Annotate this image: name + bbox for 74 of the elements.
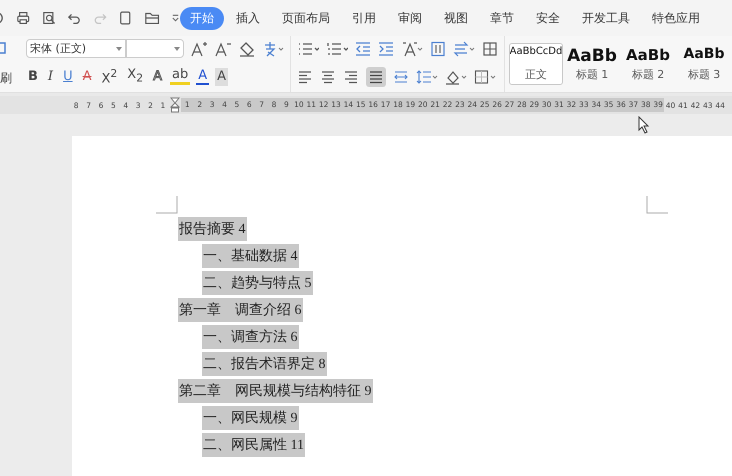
- align-center-icon[interactable]: [320, 69, 336, 85]
- eraser-icon[interactable]: [238, 40, 256, 57]
- grow-font-icon[interactable]: [190, 40, 208, 57]
- style-name: 正文: [525, 67, 547, 82]
- menu-tab[interactable]: 章节: [480, 6, 524, 30]
- style-name: 标题 3: [688, 67, 720, 82]
- style-preview: AaBb: [567, 46, 617, 66]
- style-preset[interactable]: AaBb 标题 3: [677, 43, 731, 85]
- menu-tab[interactable]: 视图: [434, 6, 478, 30]
- margin-corner-mark: [646, 196, 668, 214]
- numbered-list-icon[interactable]: [326, 41, 348, 57]
- print-icon[interactable]: [16, 10, 31, 26]
- text-direction-icon[interactable]: [401, 41, 423, 57]
- style-preview: AaBbCcDd: [510, 46, 562, 57]
- justify-icon[interactable]: [366, 67, 386, 87]
- dropdown-caret-icon[interactable]: [116, 46, 122, 51]
- format-button[interactable]: ab: [170, 68, 190, 86]
- new-document-icon[interactable]: [118, 10, 133, 26]
- align-left-icon[interactable]: [297, 69, 313, 85]
- font-name-field[interactable]: 宋体 (正文): [26, 39, 126, 58]
- shading-icon[interactable]: [445, 69, 467, 85]
- menu-tab[interactable]: 安全: [526, 6, 570, 30]
- format-button[interactable]: X$^{2}$: [99, 65, 120, 89]
- format-button[interactable]: A: [151, 68, 164, 86]
- margin-corner-mark: [156, 196, 178, 214]
- dropdown-icon[interactable]: [170, 13, 180, 23]
- toc-entry: 一、基础数据 4: [202, 244, 298, 268]
- table-grid-icon[interactable]: [482, 41, 498, 57]
- format-painter-label[interactable]: 刷: [0, 70, 20, 87]
- toc-entry: 二、趋势与特点 5: [202, 271, 312, 295]
- style-name: 标题 1: [576, 67, 608, 82]
- line-spacing-swap-icon[interactable]: [453, 41, 475, 57]
- menu-tab[interactable]: 审阅: [388, 6, 432, 30]
- toc-entry: 第二章 网民规模与结构特征 9: [178, 379, 372, 403]
- toc-entry: 第一章 调查介绍 6: [178, 298, 302, 322]
- format-button[interactable]: X$_{2}$: [125, 66, 146, 88]
- print-preview-icon[interactable]: [42, 10, 56, 26]
- distribute-icon[interactable]: [393, 69, 409, 85]
- menu-tab[interactable]: 引用: [342, 6, 386, 30]
- increase-indent-icon[interactable]: [378, 41, 394, 57]
- indent-marker-icon[interactable]: [170, 97, 180, 113]
- toc-entry: 二、网民属性 11: [202, 433, 305, 457]
- menu-tab[interactable]: 开发工具: [572, 6, 640, 30]
- style-preview: AaBb: [684, 46, 724, 62]
- phonetic-icon[interactable]: [262, 40, 284, 57]
- menu-tab[interactable]: 插入: [226, 6, 270, 30]
- style-preset[interactable]: AaBb 标题 2: [621, 43, 675, 85]
- menu-tab[interactable]: 页面布局: [272, 6, 340, 30]
- align-right-icon[interactable]: [343, 69, 359, 85]
- mouse-pointer-icon: [638, 116, 650, 134]
- sort-icon[interactable]: [430, 41, 446, 57]
- line-spacing-icon[interactable]: [416, 69, 438, 85]
- format-button[interactable]: A: [80, 68, 94, 86]
- format-button[interactable]: A: [196, 68, 210, 86]
- format-button[interactable]: A: [215, 68, 228, 86]
- shrink-font-icon[interactable]: [214, 40, 232, 57]
- font-size-field[interactable]: [126, 39, 184, 58]
- menu-tab[interactable]: 特色应用: [642, 6, 710, 30]
- style-preset[interactable]: AaBb 标题 1: [565, 43, 619, 85]
- style-preset[interactable]: AaBbCcDd 正文: [509, 43, 563, 85]
- toc-entry: 一、网民规模 9: [202, 406, 298, 430]
- dropdown-caret-icon[interactable]: [174, 46, 180, 51]
- style-name: 标题 2: [632, 67, 664, 82]
- bullet-list-icon[interactable]: [297, 41, 319, 57]
- toc-entry: 二、报告术语界定 8: [202, 352, 326, 376]
- format-button[interactable]: B: [26, 68, 40, 86]
- folder-icon[interactable]: [144, 10, 160, 26]
- format-button[interactable]: U: [61, 68, 75, 86]
- decrease-indent-icon[interactable]: [355, 41, 371, 57]
- toc-entry: 报告摘要 4: [178, 217, 246, 241]
- toc-entry: 一、调查方法 6: [202, 325, 298, 349]
- style-preview: AaBb: [626, 46, 670, 64]
- borders-icon[interactable]: [474, 69, 496, 85]
- format-button[interactable]: I: [46, 68, 56, 86]
